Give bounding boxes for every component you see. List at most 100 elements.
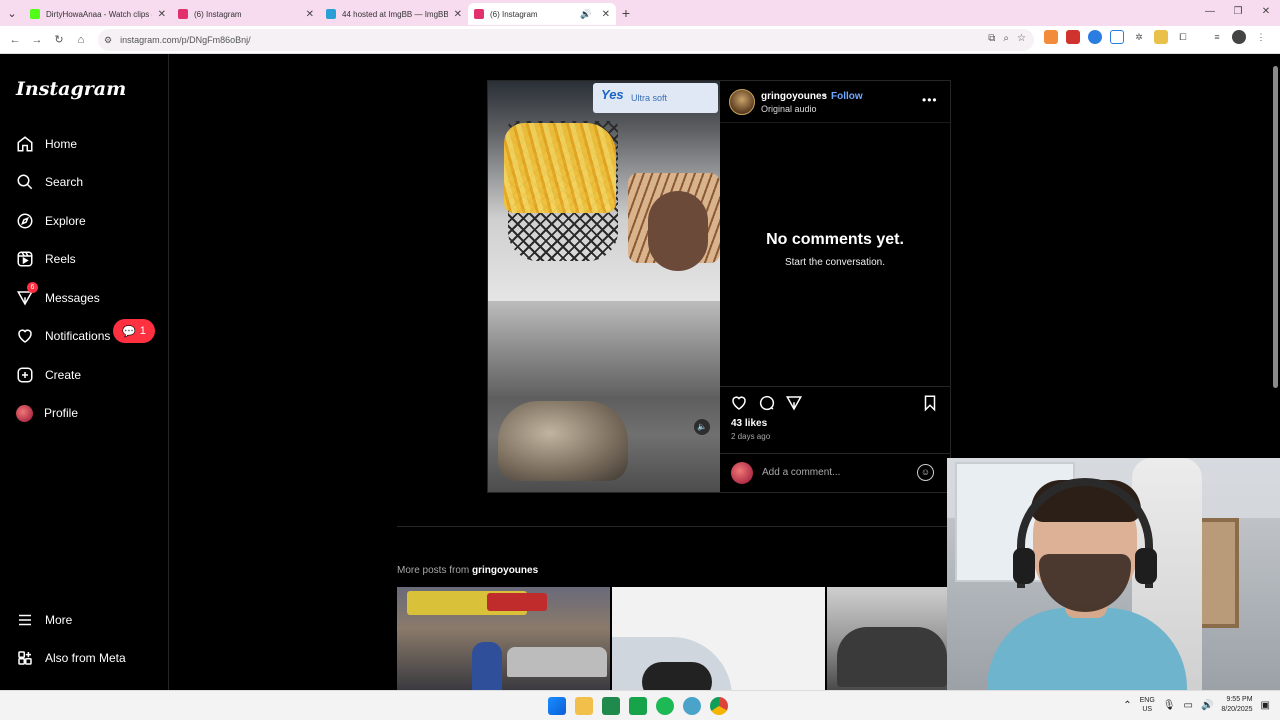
menu-icon[interactable]: ⋮ — [1254, 30, 1268, 44]
audio-label[interactable]: Original audio — [761, 104, 817, 114]
chrome-icon[interactable] — [710, 697, 728, 715]
extension-icon[interactable] — [1044, 30, 1058, 44]
app-icon[interactable] — [683, 697, 701, 715]
display-icon[interactable]: ▭ — [1183, 700, 1192, 711]
person — [472, 642, 502, 690]
reload-icon[interactable]: ↻ — [48, 33, 70, 46]
post-thumbnail[interactable] — [397, 587, 610, 690]
extension-icon[interactable] — [1154, 30, 1168, 44]
site-info-icon[interactable]: ⚙ — [104, 35, 112, 46]
post-date: 2 days ago — [731, 432, 771, 441]
minimize-icon[interactable]: — — [1196, 0, 1224, 26]
tab-label: DirtyHowaAnaa - Watch clips c — [46, 9, 152, 19]
extension-icon[interactable] — [1110, 30, 1124, 44]
more-options-icon[interactable]: ••• — [922, 93, 938, 107]
instagram-sidebar: Instagram Home Search Explore Reels 6 Me… — [0, 54, 169, 690]
close-icon[interactable]: ✕ — [602, 9, 610, 20]
likes-count[interactable]: 43 likes — [731, 418, 767, 429]
system-tray: ⌃ ENG US 🎙 ▭ 🔊 9:55 PM 8/20/2025 ▣ — [1123, 695, 1270, 715]
puzzle-icon[interactable]: ⧠ — [1176, 30, 1190, 44]
hamburger-icon — [19, 614, 31, 626]
extension-icon[interactable]: ✲ — [1132, 30, 1146, 44]
sound-toggle-icon[interactable]: 🔈 — [694, 419, 710, 435]
follow-button[interactable]: Follow — [831, 91, 863, 102]
excel-icon[interactable] — [602, 697, 620, 715]
url-field[interactable]: ⚙ instagram.com/p/DNgFm86oBnj/ ⧉ ⌕ ☆ — [98, 29, 1034, 51]
avatar-icon — [16, 404, 33, 422]
volume-icon[interactable]: 🔊 — [1201, 700, 1213, 711]
grid-icon — [18, 651, 32, 665]
close-icon[interactable]: ✕ — [158, 9, 166, 20]
windows-taskbar: ⌃ ENG US 🎙 ▭ 🔊 9:55 PM 8/20/2025 ▣ — [0, 690, 1280, 720]
share-icon[interactable] — [785, 394, 803, 412]
tab-search-button[interactable]: ⌄ — [0, 0, 24, 26]
tab-kick[interactable]: DirtyHowaAnaa - Watch clips c ✕ — [24, 3, 172, 25]
post-username[interactable]: gringoyounes — [761, 91, 827, 102]
region-code: US — [1142, 706, 1153, 713]
back-icon[interactable]: ← — [4, 34, 26, 46]
post-header: gringoyounes • Follow Original audio ••• — [720, 81, 950, 123]
sidebar-item-reels[interactable]: Reels — [16, 247, 76, 271]
profile-icon[interactable] — [1232, 30, 1246, 44]
page-scrollbar[interactable] — [1271, 54, 1279, 458]
sidebar-item-create[interactable]: Create — [16, 363, 81, 387]
home-browser-icon[interactable]: ⌂ — [70, 34, 92, 46]
sidebar-item-more[interactable]: More — [16, 608, 72, 632]
sidebar-item-label: Create — [45, 368, 82, 382]
tab-imgbb[interactable]: 44 hosted at ImgBB — ImgBB ✕ — [320, 3, 468, 25]
clock-date: 8/20/2025 — [1221, 706, 1253, 713]
bookmark-star-icon[interactable]: ☆ — [1017, 33, 1026, 44]
maximize-icon[interactable]: ❐ — [1224, 0, 1252, 26]
sidebar-item-messages[interactable]: 6 Messages — [16, 282, 100, 310]
close-icon[interactable]: ✕ — [454, 9, 462, 20]
start-conversation-text: Start the conversation. — [784, 257, 886, 268]
post-thumbnail[interactable] — [612, 587, 825, 690]
sidebar-item-search[interactable]: Search — [16, 170, 83, 194]
close-window-icon[interactable]: ✕ — [1252, 0, 1280, 26]
omnibox-actions: ⧉ ⌕ ☆ — [988, 33, 1026, 44]
notification-bubble[interactable]: 💬 1 — [113, 319, 155, 343]
chevron-up-icon[interactable]: ⌃ — [1123, 700, 1131, 711]
spotify-icon[interactable] — [656, 697, 674, 715]
heart-icon[interactable] — [730, 394, 748, 412]
tab-instagram-1[interactable]: (6) Instagram ✕ — [172, 3, 320, 25]
notification-icon[interactable]: ▣ — [1261, 700, 1270, 711]
instagram-logo[interactable]: Instagram — [16, 78, 126, 100]
sidebar-item-notifications[interactable]: Notifications — [16, 324, 110, 348]
app-icon[interactable] — [629, 697, 647, 715]
emoji-icon[interactable]: ☺ — [917, 464, 934, 481]
media-control-icon[interactable]: ≡ — [1210, 30, 1224, 44]
sidebar-item-home[interactable]: Home — [16, 132, 77, 156]
clock[interactable]: 9:55 PM 8/20/2025 — [1221, 695, 1252, 715]
scrollbar-thumb[interactable] — [1273, 66, 1278, 388]
install-app-icon[interactable]: ⧉ — [988, 33, 995, 44]
sidebar-item-also-from-meta[interactable]: Also from Meta — [16, 646, 126, 670]
new-tab-button[interactable]: + — [616, 5, 636, 21]
comment-input[interactable]: Add a comment... — [762, 467, 840, 478]
extension-icon[interactable] — [1088, 30, 1102, 44]
language-indicator[interactable]: ENG US — [1140, 696, 1155, 714]
speaker-icon[interactable]: 🔊 — [580, 9, 591, 20]
sidebar-item-label: More — [45, 613, 73, 627]
sidebar-item-explore[interactable]: Explore — [16, 209, 86, 233]
windows-start-icon[interactable] — [548, 697, 566, 715]
close-icon[interactable]: ✕ — [306, 9, 314, 20]
comment-icon[interactable] — [758, 394, 776, 412]
compass-icon — [17, 213, 33, 229]
extension-icon[interactable] — [1066, 30, 1080, 44]
avatar[interactable] — [729, 89, 755, 115]
file-explorer-icon[interactable] — [575, 697, 593, 715]
reels-icon — [17, 251, 33, 267]
microphone-icon[interactable]: 🎙 — [1163, 700, 1176, 711]
shop-sign — [487, 593, 547, 611]
more-posts-username[interactable]: gringoyounes — [472, 565, 538, 576]
bookmark-icon[interactable] — [921, 394, 939, 412]
sidebar-item-profile[interactable]: Profile — [16, 401, 78, 425]
post-thumbnail[interactable] — [827, 587, 949, 690]
plus-square-icon — [17, 367, 33, 383]
post-video[interactable]: Yes Ultra soft 🔈 — [488, 81, 720, 492]
forward-icon[interactable]: → — [26, 34, 48, 46]
zoom-icon[interactable]: ⌕ — [1003, 33, 1009, 44]
tab-instagram-active[interactable]: (6) Instagram 🔊 ✕ — [468, 3, 616, 25]
imgbb-favicon-icon — [326, 9, 336, 19]
